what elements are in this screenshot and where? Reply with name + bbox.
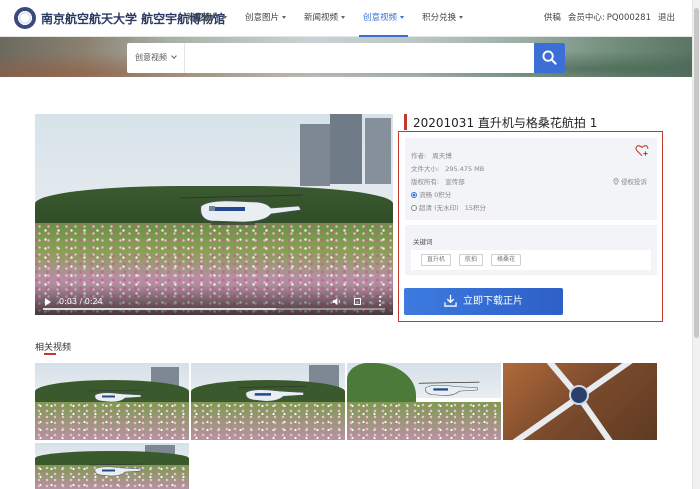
file-size-line: 文件大小: 295.475 MB xyxy=(411,163,484,173)
video-duration: 0:24 xyxy=(84,297,103,306)
time-separator: / xyxy=(76,297,85,306)
video-title: 20201031 直升机与格桑花航拍 1 xyxy=(413,116,598,130)
video-player[interactable]: 0:03 / 0:24 xyxy=(35,114,393,315)
member-center-label: 会员中心: xyxy=(567,13,605,23)
related-video-thumb[interactable] xyxy=(35,443,189,489)
title-accent-bar xyxy=(404,114,407,130)
main-nav: 新闻图片 创意图片 新闻视频 创意视频 积分兑换 xyxy=(186,0,481,37)
chevron-down-icon xyxy=(282,16,287,19)
thumb-field xyxy=(191,401,345,440)
author-value: 周天博 xyxy=(432,152,452,160)
author-label: 作者: xyxy=(411,152,427,160)
related-video-thumb[interactable] xyxy=(347,363,501,440)
video-meta-panel: 作者: 周天博 文件大小: 295.475 MB 版权所有: 宣传部 流畅 0积分 超… xyxy=(405,138,657,220)
option-hd[interactable]: 超清 (无水印) 15积分 xyxy=(411,202,486,212)
favorite-add-icon[interactable] xyxy=(635,144,649,157)
thumb-field xyxy=(35,401,189,440)
nav-points-exchange[interactable]: 积分兑换 xyxy=(422,0,464,37)
chevron-down-icon xyxy=(400,16,405,19)
university-seal-icon xyxy=(14,7,36,29)
top-header: 南京航空航天大学 航空宇航博物馆 新闻图片 创意图片 新闻视频 创意视频 积分兑… xyxy=(0,0,700,37)
nav-creative-videos-label: 创意视频 xyxy=(363,13,398,23)
chevron-down-icon xyxy=(223,16,228,19)
search-category-select[interactable]: 创意视频 xyxy=(127,43,185,73)
download-label: 立即下载正片 xyxy=(463,296,523,307)
related-video-thumb[interactable] xyxy=(503,363,657,440)
keywords-panel: 关键词 直升机 航拍 格桑花 xyxy=(405,225,657,275)
video-current-time: 0:03 xyxy=(59,297,77,306)
video-progress-buffer xyxy=(43,308,276,310)
logout-link[interactable]: 退出 xyxy=(658,0,675,37)
page-scrollbar[interactable] xyxy=(692,0,700,489)
thumb-field xyxy=(347,401,501,440)
search-icon xyxy=(542,50,557,65)
video-progress-bar[interactable] xyxy=(43,308,385,310)
option-smooth[interactable]: 流畅 0积分 xyxy=(411,189,451,199)
scrollbar-thumb[interactable] xyxy=(694,8,699,338)
related-video-thumb[interactable] xyxy=(35,363,189,440)
keyword-tag[interactable]: 直升机 xyxy=(421,254,452,266)
keywords-title: 关键词 xyxy=(413,238,433,246)
search-button[interactable] xyxy=(534,43,565,73)
nav-news-videos-label: 新闻视频 xyxy=(304,13,339,23)
report-infringement-link[interactable]: 侵权投诉 xyxy=(613,176,647,186)
radio-unselected-icon[interactable] xyxy=(411,205,417,211)
search-bar: 创意视频 xyxy=(127,43,565,73)
helicopter-image xyxy=(88,389,144,403)
option-smooth-points: 0积分 xyxy=(434,191,452,199)
related-videos-title: 相关视频 xyxy=(35,343,72,353)
author-line: 作者: 周天博 xyxy=(411,150,452,160)
rotor-blade xyxy=(503,394,581,440)
keywords-box: 直升机 航拍 格桑花 xyxy=(411,250,651,270)
download-button[interactable]: 立即下载正片 xyxy=(404,288,563,315)
report-label: 侵权投诉 xyxy=(621,178,647,186)
contribute-link[interactable]: 供稿 xyxy=(544,0,561,37)
file-size-value: 295.475 MB xyxy=(445,165,485,173)
file-size-label: 文件大小: xyxy=(411,165,440,173)
rotor-hub xyxy=(569,385,589,405)
related-title-underline xyxy=(44,353,56,355)
chevron-down-icon xyxy=(171,53,177,59)
nav-creative-images-label: 创意图片 xyxy=(245,13,280,23)
chevron-down-icon xyxy=(459,16,464,19)
video-frame-building xyxy=(300,124,330,186)
play-icon[interactable] xyxy=(45,298,51,306)
option-hd-label: 超清 (无水印) xyxy=(419,204,459,212)
helicopter-image xyxy=(418,381,480,396)
option-hd-points: 15积分 xyxy=(464,204,486,212)
member-center-link[interactable]: 会员中心: PQ000281 xyxy=(568,0,651,37)
video-frame-building xyxy=(330,114,362,184)
nav-creative-videos[interactable]: 创意视频 xyxy=(359,0,409,37)
nav-news-videos[interactable]: 新闻视频 xyxy=(304,0,346,37)
nav-creative-images[interactable]: 创意图片 xyxy=(245,0,287,37)
helicopter-image xyxy=(88,463,144,477)
volume-icon[interactable] xyxy=(332,297,341,306)
search-category-label: 创意视频 xyxy=(135,53,167,62)
helicopter-image xyxy=(238,385,307,402)
copyright-label: 版权所有: xyxy=(411,178,440,186)
related-video-thumb[interactable] xyxy=(191,363,345,440)
video-controls: 0:03 / 0:24 xyxy=(35,285,393,315)
option-smooth-label: 流畅 xyxy=(419,191,432,199)
location-pin-icon xyxy=(613,178,619,186)
nav-news-images[interactable]: 新闻图片 xyxy=(186,0,228,37)
chevron-down-icon xyxy=(341,16,346,19)
search-input[interactable] xyxy=(187,43,533,73)
radio-selected-icon[interactable] xyxy=(411,192,417,198)
user-links: 供稿 会员中心: PQ000281 退出 xyxy=(537,0,675,37)
keyword-tag[interactable]: 航拍 xyxy=(459,254,484,266)
fullscreen-icon[interactable] xyxy=(354,298,361,305)
copyright-value: 宣传部 xyxy=(445,178,465,186)
more-options-icon[interactable] xyxy=(379,296,381,306)
video-time: 0:03 / 0:24 xyxy=(59,297,103,306)
download-icon xyxy=(444,294,457,307)
copyright-line: 版权所有: 宣传部 xyxy=(411,176,465,186)
nav-news-images-label: 新闻图片 xyxy=(186,13,221,23)
keyword-tag[interactable]: 格桑花 xyxy=(491,254,522,266)
member-id: PQ000281 xyxy=(606,13,651,23)
video-frame-building xyxy=(365,118,391,184)
nav-points-exchange-label: 积分兑换 xyxy=(422,13,457,23)
helicopter-image xyxy=(180,194,304,225)
